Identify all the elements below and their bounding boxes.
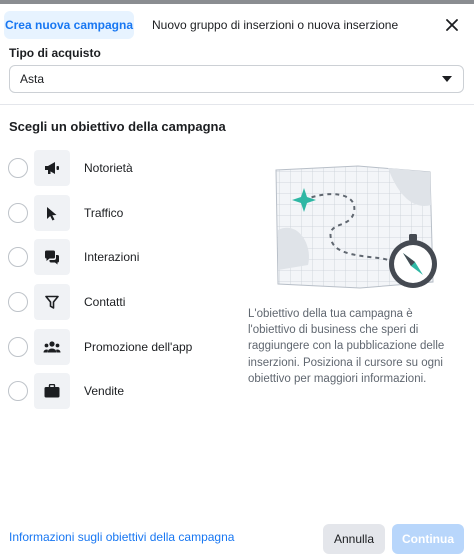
divider xyxy=(0,104,474,105)
objective-leads[interactable]: Contatti xyxy=(8,284,238,320)
objectives-title: Scegli un obiettivo della campagna xyxy=(9,119,226,134)
buy-type-value: Asta xyxy=(20,72,45,86)
objectives-info-link[interactable]: Informazioni sugli obiettivi della campa… xyxy=(9,530,234,544)
people-icon xyxy=(34,329,70,365)
objective-label: Promozione dell'app xyxy=(84,340,193,354)
top-border xyxy=(0,0,474,4)
cancel-button[interactable]: Annulla xyxy=(323,524,385,554)
briefcase-icon xyxy=(34,373,70,409)
objective-label: Traffico xyxy=(84,206,124,220)
objective-radio[interactable] xyxy=(8,247,28,267)
objective-label: Interazioni xyxy=(84,250,140,264)
buy-type-label: Tipo di acquisto xyxy=(9,46,101,60)
objective-sales[interactable]: Vendite xyxy=(8,373,238,409)
objective-label: Contatti xyxy=(84,295,126,309)
objective-label: Notorietà xyxy=(84,161,133,175)
objective-radio[interactable] xyxy=(8,337,28,357)
map-compass-illustration xyxy=(268,160,448,300)
objective-radio[interactable] xyxy=(8,158,28,178)
chevron-down-icon xyxy=(442,76,452,82)
objective-radio[interactable] xyxy=(8,203,28,223)
objective-label: Vendite xyxy=(84,384,125,398)
objective-app-promotion[interactable]: Promozione dell'app xyxy=(8,329,238,365)
objective-awareness[interactable]: Notorietà xyxy=(8,150,238,186)
objective-radio[interactable] xyxy=(8,292,28,312)
objective-engagement[interactable]: Interazioni xyxy=(8,239,238,275)
buy-type-select[interactable]: Asta xyxy=(9,65,464,93)
chat-bubbles-icon xyxy=(34,239,70,275)
tab-create-campaign[interactable]: Crea nuova campagna xyxy=(4,11,134,39)
continue-button[interactable]: Continua xyxy=(392,524,464,554)
objective-radio[interactable] xyxy=(8,381,28,401)
tab-new-adset-or-ad[interactable]: Nuovo gruppo di inserzioni o nuova inser… xyxy=(152,11,398,39)
objective-description: L'obiettivo della tua campagna è l'obiet… xyxy=(248,308,445,385)
funnel-icon xyxy=(34,284,70,320)
megaphone-icon xyxy=(34,150,70,186)
cursor-icon xyxy=(34,195,70,231)
close-icon[interactable] xyxy=(440,13,464,37)
objective-traffic[interactable]: Traffico xyxy=(8,195,238,231)
